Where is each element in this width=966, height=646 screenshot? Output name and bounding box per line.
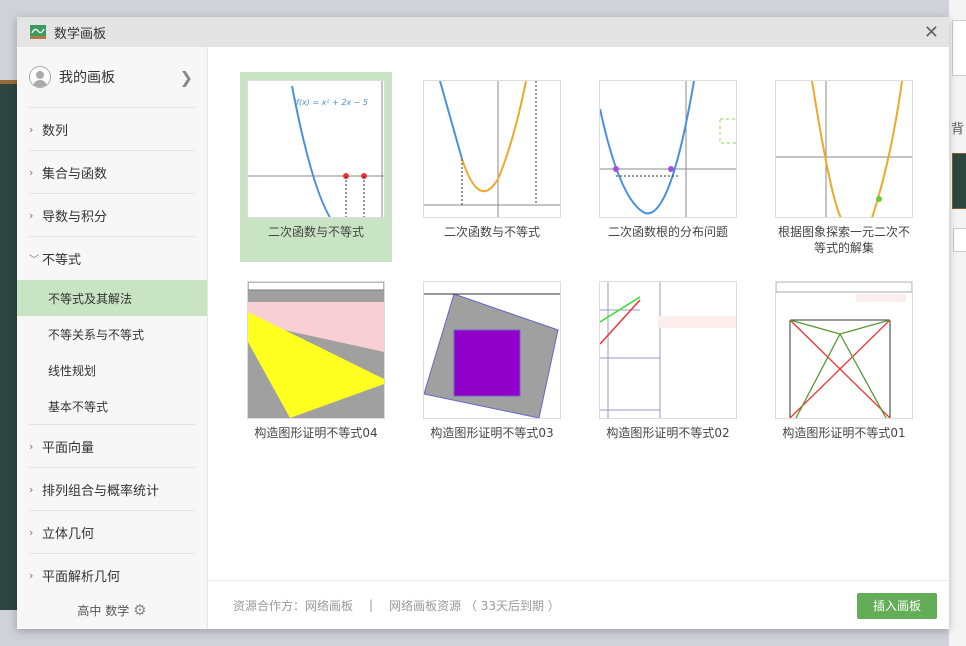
sidebar-category[interactable]: › 平面向量 xyxy=(29,425,195,468)
board-title: 二次函数根的分布问题 xyxy=(607,225,728,239)
background-box xyxy=(952,20,966,76)
subject-label: 数学 xyxy=(105,604,130,618)
category-label: 导数与积分 xyxy=(42,209,108,225)
footer: 资源合作方：网络画板 | 网络画板资源 （ 33天后到期 ） 插入画板 xyxy=(209,580,949,629)
category-label: 排列组合与概率统计 xyxy=(42,483,160,499)
category-label: 平面解析几何 xyxy=(42,569,121,585)
background-thumbnail xyxy=(952,153,966,209)
chevron-right-icon: › xyxy=(29,439,34,453)
chevron-right-icon: › xyxy=(29,482,34,496)
board-title: 构造图形证明不等式03 xyxy=(430,426,554,440)
category-label: 立体几何 xyxy=(42,526,95,542)
sidebar-category[interactable]: › 集合与函数 xyxy=(29,151,195,194)
window-title: 数学画板 xyxy=(54,26,107,42)
grade-subject-selector[interactable]: 高中 数学 ⚙ xyxy=(17,595,207,629)
partner-text: 资源合作方：网络画板 xyxy=(233,598,354,613)
board-card[interactable]: 构造图形证明不等式03 xyxy=(416,273,568,463)
graph-preview xyxy=(248,282,384,418)
sidebar-category[interactable]: › 排列组合与概率统计 xyxy=(29,468,195,511)
close-icon[interactable]: ✕ xyxy=(924,22,939,43)
chevron-right-icon: › xyxy=(29,208,34,222)
avatar xyxy=(29,66,51,88)
board-thumbnail xyxy=(247,281,385,419)
graph-preview xyxy=(424,81,560,217)
math-board-dialog: 数学画板 ✕ 我的画板 ❯ › 数列 › 集合与函数 › 导数与积分 ﹀ 不等式 不等式及其解… xyxy=(17,17,949,629)
graph-preview xyxy=(776,282,912,418)
board-title: 二次函数与不等式 xyxy=(443,225,540,239)
board-card[interactable]: 构造图形证明不等式01 xyxy=(768,273,920,463)
board-title: 构造图形证明不等式01 xyxy=(782,426,906,440)
svg-text:f(x) = x² + 2x − 5: f(x) = x² + 2x − 5 xyxy=(296,98,368,107)
chevron-right-icon: › xyxy=(29,122,34,136)
separator: | xyxy=(369,598,374,612)
sidebar-category[interactable]: › 平面解析几何 xyxy=(29,554,195,597)
chevron-right-icon: › xyxy=(29,525,34,539)
sidebar: 我的画板 ❯ › 数列 › 集合与函数 › 导数与积分 ﹀ 不等式 不等式及其解法 不等关系与不… xyxy=(17,47,208,629)
graph-preview: f(x) = x² + 2x − 5 xyxy=(248,81,384,217)
sidebar-subitem[interactable]: 线性规划 xyxy=(17,352,207,388)
board-thumbnail xyxy=(775,80,913,218)
board-grid: f(x) = x² + 2x − 5 二次函数与不等式 二次函数与不等式 二次函数根的… xyxy=(209,47,949,580)
board-card[interactable]: 二次函数与不等式 xyxy=(416,72,568,262)
board-card[interactable]: 二次函数根的分布问题 xyxy=(592,72,744,262)
grade-label: 高中 xyxy=(77,604,102,618)
background-label: 背 xyxy=(951,122,965,137)
category-label: 数列 xyxy=(42,123,69,139)
sidebar-category[interactable]: › 数列 xyxy=(29,108,195,151)
board-card[interactable]: 构造图形证明不等式04 xyxy=(240,273,392,463)
category-label: 集合与函数 xyxy=(42,166,108,182)
graph-preview xyxy=(424,282,560,418)
resource-text: 网络画板资源 （ 33天后到期 ） xyxy=(389,598,560,613)
graph-preview xyxy=(600,81,736,217)
sidebar-subitem[interactable]: 基本不等式 xyxy=(17,388,207,424)
board-card[interactable]: 根据图象探索一元二次不等式的解集 xyxy=(768,72,920,262)
board-thumbnail xyxy=(775,281,913,419)
board-card[interactable]: f(x) = x² + 2x − 5 二次函数与不等式 xyxy=(240,72,392,262)
board-title: 二次函数与不等式 xyxy=(267,225,364,239)
sidebar-category[interactable]: › 立体几何 xyxy=(29,511,195,554)
chevron-right-icon: ❯ xyxy=(179,67,193,87)
my-boards-item[interactable]: 我的画板 ❯ xyxy=(17,47,207,107)
my-boards-label: 我的画板 xyxy=(59,70,115,86)
sidebar-subitem[interactable]: 不等式及其解法 xyxy=(17,280,207,316)
category-label: 平面向量 xyxy=(42,440,95,456)
background-input xyxy=(953,228,966,252)
board-title: 构造图形证明不等式02 xyxy=(606,426,730,440)
board-thumbnail xyxy=(599,281,737,419)
sidebar-category[interactable]: › 导数与积分 xyxy=(29,194,195,237)
sidebar-subitem[interactable]: 不等关系与不等式 xyxy=(17,316,207,352)
board-title: 根据图象探索一元二次不等式的解集 xyxy=(777,225,910,255)
title-bar: 数学画板 xyxy=(17,17,949,47)
sidebar-category[interactable]: ﹀ 不等式 xyxy=(29,237,195,280)
board-thumbnail xyxy=(423,80,561,218)
board-card[interactable]: 构造图形证明不等式02 xyxy=(592,273,744,463)
background-panel: 背 xyxy=(949,0,966,646)
category-label: 不等式 xyxy=(42,253,82,268)
chevron-right-icon: › xyxy=(29,165,34,179)
board-title: 构造图形证明不等式04 xyxy=(254,426,378,440)
chevron-down-icon: ﹀ xyxy=(29,255,39,266)
board-thumbnail xyxy=(423,281,561,419)
board-thumbnail xyxy=(599,80,737,218)
graph-preview xyxy=(776,81,912,217)
gear-icon[interactable]: ⚙ xyxy=(133,601,146,619)
board-thumbnail: f(x) = x² + 2x − 5 xyxy=(247,80,385,218)
chalkboard-chart-icon xyxy=(30,25,46,39)
chevron-right-icon: › xyxy=(29,568,34,582)
insert-board-button[interactable]: 插入画板 xyxy=(857,593,937,619)
graph-preview xyxy=(600,282,736,418)
